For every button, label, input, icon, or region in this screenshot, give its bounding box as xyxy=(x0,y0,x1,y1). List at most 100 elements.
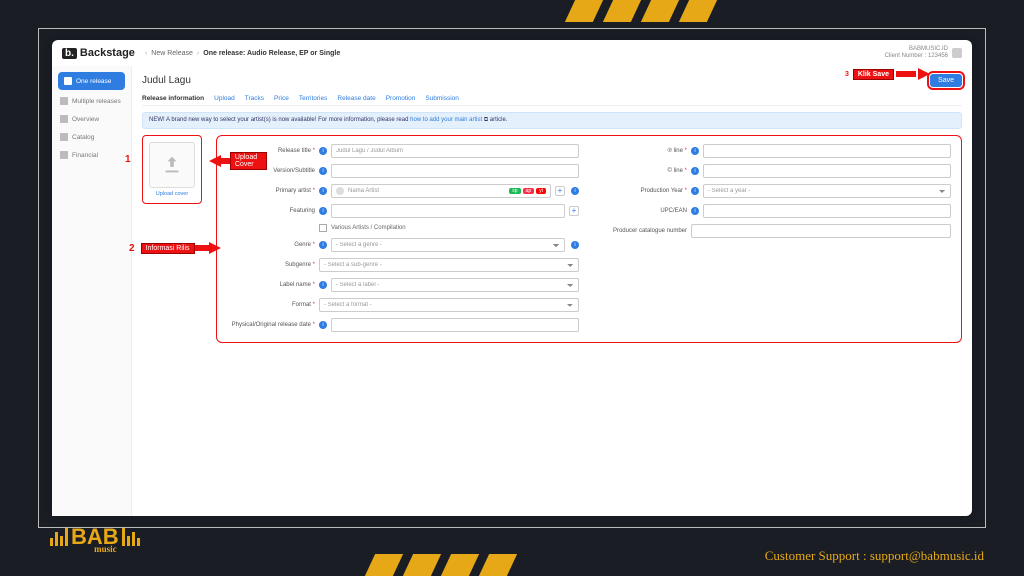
info-icon[interactable]: i xyxy=(691,167,699,175)
catalogue-number-input[interactable] xyxy=(691,224,951,238)
save-button[interactable]: Save xyxy=(930,74,962,87)
label-select[interactable]: - Select a label - xyxy=(331,278,579,292)
dollar-icon xyxy=(60,151,68,159)
tabs: Release information Upload Tracks Price … xyxy=(142,95,962,106)
app-window: b.Backstage ‹ New Release › One release:… xyxy=(52,40,972,516)
sidebar-item-label: Financial xyxy=(72,152,98,159)
info-icon[interactable]: i xyxy=(319,321,327,329)
label-primary-artist: Primary artist * xyxy=(227,188,315,194)
subgenre-select[interactable]: - Select a sub-genre - xyxy=(319,258,579,272)
info-banner: NEW! A brand new way to select your arti… xyxy=(142,112,962,129)
sidebar-item-overview[interactable]: Overview xyxy=(52,110,131,128)
annotation-number: 3 xyxy=(845,71,849,78)
chevron-left-icon[interactable]: ‹ xyxy=(145,50,147,57)
various-artists-checkbox[interactable] xyxy=(319,224,327,232)
upload-cover-box[interactable]: 1 Upload cover Upload Cover xyxy=(142,135,202,204)
tab-release-date[interactable]: Release date xyxy=(337,95,375,102)
sidebar-item-financial[interactable]: Financial xyxy=(52,146,131,164)
sidebar-item-catalog[interactable]: Catalog xyxy=(52,128,131,146)
annotation-number: 1 xyxy=(125,154,131,165)
label-subgenre: Subgenre * xyxy=(227,262,315,268)
featuring-input[interactable] xyxy=(331,204,565,218)
main-panel: Judul Lagu Save 3 Klik Save Release info… xyxy=(132,66,972,516)
annotation-label: Informasi Rilis xyxy=(141,243,195,254)
avatar-icon xyxy=(336,187,344,195)
sidebar-item-label: One release xyxy=(76,78,111,85)
cover-placeholder[interactable] xyxy=(149,142,195,188)
info-icon[interactable]: i xyxy=(691,147,699,155)
breadcrumb-current: One release: Audio Release, EP or Single xyxy=(203,50,340,57)
banner-link[interactable]: how to add your main artist xyxy=(410,117,482,123)
release-title-input[interactable] xyxy=(331,144,579,158)
sidebar: One release Multiple releases Overview C… xyxy=(52,66,132,516)
user-block[interactable]: BABMUSIC.ID Client Number : 123456 xyxy=(885,46,962,60)
info-icon[interactable]: i xyxy=(691,187,699,195)
info-icon[interactable]: i xyxy=(319,281,327,289)
info-icon[interactable]: i xyxy=(319,167,327,175)
breadcrumb-new-release[interactable]: New Release xyxy=(151,50,193,57)
annotation-2: 2 Informasi Rilis xyxy=(129,242,221,254)
format-select[interactable]: - Select a format - xyxy=(319,298,579,312)
tab-promotion[interactable]: Promotion xyxy=(386,95,416,102)
label-production-year: Production Year * xyxy=(599,188,687,194)
add-artist-button[interactable]: + xyxy=(555,186,565,196)
stack-icon xyxy=(60,97,68,105)
sidebar-item-label: Catalog xyxy=(72,134,94,141)
label-version: Version/Subtitle xyxy=(227,168,315,174)
add-featuring-button[interactable]: + xyxy=(569,206,579,216)
info-icon[interactable]: i xyxy=(319,207,327,215)
label-cline: © line * xyxy=(599,168,687,174)
breadcrumb: ‹ New Release › One release: Audio Relea… xyxy=(145,50,340,57)
label-format: Format * xyxy=(227,302,315,308)
tab-upload[interactable]: Upload xyxy=(214,95,235,102)
decor-stripes-top xyxy=(570,0,712,22)
arrow-right-icon xyxy=(918,68,930,80)
user-icon xyxy=(952,48,962,58)
artist-name: Nama Artist xyxy=(348,188,379,194)
tab-tracks[interactable]: Tracks xyxy=(245,95,264,102)
sidebar-item-one-release[interactable]: One release xyxy=(58,72,125,90)
release-info-form: 2 Informasi Rilis Release title * i xyxy=(216,135,962,343)
tab-submission[interactable]: Submission xyxy=(425,95,459,102)
info-icon[interactable]: i xyxy=(319,147,327,155)
sidebar-item-multiple[interactable]: Multiple releases xyxy=(52,92,131,110)
label-catalogue-number: Producer catalogue number xyxy=(599,228,687,234)
production-year-select[interactable]: - Select a year - xyxy=(703,184,951,198)
physical-date-input[interactable] xyxy=(331,318,579,332)
upc-input[interactable] xyxy=(703,204,951,218)
info-icon[interactable]: i xyxy=(571,241,579,249)
app-header: b.Backstage ‹ New Release › One release:… xyxy=(52,40,972,66)
info-icon[interactable]: i xyxy=(319,187,327,195)
genre-select[interactable]: - Select a genre - xyxy=(331,238,565,252)
tab-release-information[interactable]: Release information xyxy=(142,95,204,102)
banner-suffix: ⧉ article. xyxy=(484,117,508,123)
app-logo[interactable]: b.Backstage xyxy=(62,47,135,59)
tab-territories[interactable]: Territories xyxy=(299,95,328,102)
equalizer-icon xyxy=(122,528,140,546)
various-artists-label: Various Artists / Compilation xyxy=(331,225,406,231)
tab-price[interactable]: Price xyxy=(274,95,289,102)
info-icon[interactable]: i xyxy=(691,207,699,215)
grid-icon xyxy=(60,115,68,123)
info-icon[interactable]: i xyxy=(319,241,327,249)
label-genre: Genre * xyxy=(227,242,315,248)
pline-input[interactable] xyxy=(703,144,951,158)
label-physical-date: Physical/Original release date * xyxy=(227,322,315,328)
cline-input[interactable] xyxy=(703,164,951,178)
youtube-badge-icon: yt xyxy=(536,188,546,194)
version-input[interactable] xyxy=(331,164,579,178)
page-title: Judul Lagu xyxy=(142,75,191,86)
label-release-title: Release title * xyxy=(227,148,315,154)
info-icon[interactable]: i xyxy=(571,187,579,195)
primary-artist-field[interactable]: Nama Artist sp ap yt xyxy=(331,184,551,198)
form-left-column: Release title * i Version/Subtitle i Pri… xyxy=(227,144,579,332)
plus-icon xyxy=(64,77,72,85)
form-right-column: ℗ line * i © line * i Production Year * xyxy=(599,144,951,332)
annotation-number: 2 xyxy=(129,243,135,254)
sidebar-item-label: Multiple releases xyxy=(72,98,121,105)
label-upc: UPC/EAN xyxy=(599,208,687,214)
spotify-badge-icon: sp xyxy=(509,188,520,194)
logo-sub-text: music xyxy=(94,546,117,553)
annotation-3: 3 Klik Save xyxy=(845,68,930,80)
banner-text: NEW! A brand new way to select your arti… xyxy=(149,117,410,123)
